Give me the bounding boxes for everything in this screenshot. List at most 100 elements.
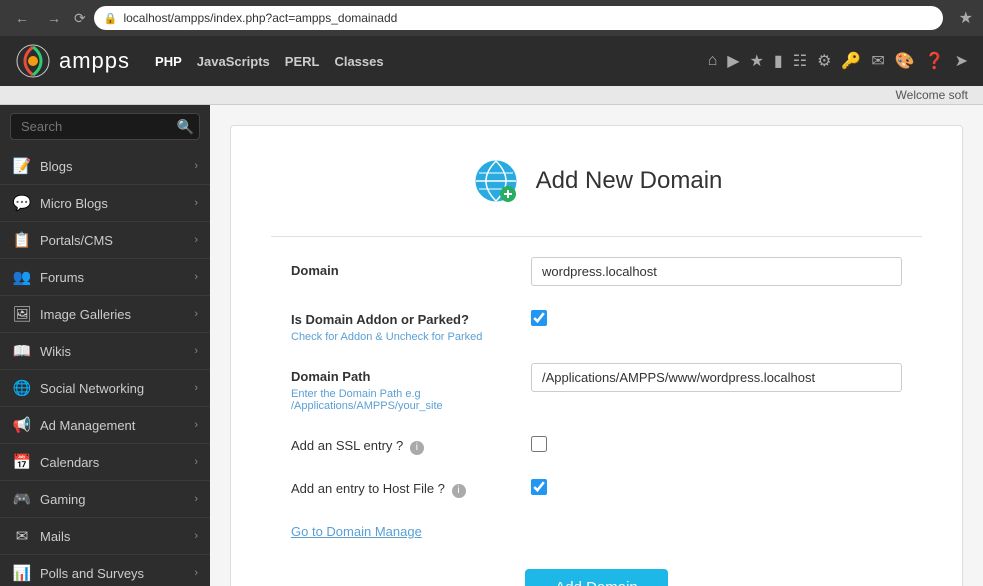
sidebar-item-image-galleries[interactable]: 🖼 Image Galleries › [0,296,210,333]
arrow-icon-11: › [194,530,198,542]
arrow-icon-8: › [194,419,198,431]
image-galleries-icon: 🖼 [12,305,32,323]
settings-icon[interactable]: ⚙ [817,51,831,71]
sidebar-label-wikis: Wikis [40,344,186,359]
ssl-checkbox[interactable] [531,436,547,452]
polls-surveys-icon: 📊 [12,564,32,582]
social-networking-icon: 🌐 [12,379,32,397]
sidebar-label-mails: Mails [40,529,186,544]
key-icon[interactable]: 🔑 [841,51,861,71]
host-file-checkbox-col [531,475,902,498]
home-icon[interactable]: ⌂ [708,52,718,70]
arrow-icon-12: › [194,567,198,579]
domain-path-label: Domain Path [291,369,511,384]
sidebar-item-gaming[interactable]: 🎮 Gaming › [0,481,210,518]
app-name: ampps [59,48,130,74]
refresh-icon[interactable]: ⟳ [74,10,86,27]
nav-javascripts[interactable]: JavaScripts [197,54,270,69]
domain-path-row: Domain Path Enter the Domain Path e.g /A… [291,363,902,412]
grid-icon[interactable]: ☷ [793,51,807,71]
sidebar: 🔍 📝 Blogs › 💬 Micro Blogs › 📋 Portals/CM… [0,105,210,586]
arrow-icon-7: › [194,382,198,394]
search-button[interactable]: 🔍 [177,118,194,135]
form-section: Domain Is Domain Addon or Parked? Check … [271,257,922,586]
domain-row: Domain [291,257,902,286]
sidebar-item-portals[interactable]: 📋 Portals/CMS › [0,222,210,259]
welcome-bar: Welcome soft [0,86,983,105]
host-file-checkbox[interactable] [531,479,547,495]
addon-parked-checkbox[interactable] [531,310,547,326]
forums-icon: 👥 [12,268,32,286]
sidebar-item-micro-blogs[interactable]: 💬 Micro Blogs › [0,185,210,222]
domain-manage-row: Go to Domain Manage [291,518,902,539]
ssl-info-icon[interactable]: i [410,441,424,455]
addon-checkbox-col [531,306,902,329]
bookmark-icon[interactable]: ★ [959,8,973,28]
page-title: Add New Domain [536,167,723,195]
forward-button[interactable]: → [42,8,66,28]
sidebar-item-mails[interactable]: ✉ Mails › [0,518,210,555]
arrow-icon-5: › [194,308,198,320]
sidebar-label-ad-management: Ad Management [40,418,186,433]
micro-blogs-icon: 💬 [12,194,32,212]
lock-icon: 🔒 [104,12,118,25]
back-button[interactable]: ← [10,8,34,28]
host-file-row: Add an entry to Host File ? i [291,475,902,498]
arrow-icon: › [194,160,198,172]
url-bar[interactable]: 🔒 localhost/ampps/index.php?act=ampps_do… [94,6,943,30]
btn-row: Add Domain [291,559,902,586]
sidebar-item-forums[interactable]: 👥 Forums › [0,259,210,296]
play-icon[interactable]: ▶ [727,51,739,71]
copy-icon[interactable]: ▮ [774,51,783,71]
globe-add-icon [471,156,521,206]
nav-perl[interactable]: PERL [285,54,320,69]
domain-path-label-col: Domain Path Enter the Domain Path e.g /A… [291,363,511,412]
arrow-icon-3: › [194,234,198,246]
host-file-info-icon[interactable]: i [452,484,466,498]
domain-path-input[interactable] [531,363,902,392]
ssl-checkbox-col [531,432,902,455]
addon-parked-hint: Check for Addon & Uncheck for Parked [291,331,511,343]
header-icons: ⌂ ▶ ★ ▮ ☷ ⚙ 🔑 ✉ 🎨 ❓ ➤ [708,51,968,71]
header-divider [271,236,922,237]
content-area: Add New Domain Domain Is Domain Addon [210,105,983,586]
mail-icon[interactable]: ✉ [871,51,884,71]
add-domain-button[interactable]: Add Domain [525,569,668,586]
sidebar-label-calendars: Calendars [40,455,186,470]
gaming-icon: 🎮 [12,490,32,508]
host-file-label: Add an entry to Host File ? i [291,481,511,498]
domain-input[interactable] [531,257,902,286]
arrow-icon-4: › [194,271,198,283]
arrow-icon-6: › [194,345,198,357]
sidebar-item-blogs[interactable]: 📝 Blogs › [0,148,210,185]
arrow-icon-2: › [194,197,198,209]
ssl-label: Add an SSL entry ? i [291,438,511,455]
exit-icon[interactable]: ➤ [955,51,968,71]
help-icon[interactable]: ❓ [925,51,945,71]
ad-management-icon: 📢 [12,416,32,434]
ssl-label-col: Add an SSL entry ? i [291,432,511,455]
domain-input-col [531,257,902,286]
mails-icon: ✉ [12,527,32,545]
palette-icon[interactable]: 🎨 [895,51,915,71]
sidebar-item-wikis[interactable]: 📖 Wikis › [0,333,210,370]
url-text: localhost/ampps/index.php?act=ampps_doma… [123,11,397,25]
addon-parked-row: Is Domain Addon or Parked? Check for Add… [291,306,902,343]
arrow-icon-10: › [194,493,198,505]
star-icon[interactable]: ★ [750,51,764,71]
sidebar-item-ad-management[interactable]: 📢 Ad Management › [0,407,210,444]
nav-php[interactable]: PHP [155,54,182,69]
sidebar-label-blogs: Blogs [40,159,186,174]
sidebar-item-social-networking[interactable]: 🌐 Social Networking › [0,370,210,407]
sidebar-label-gaming: Gaming [40,492,186,507]
nav-classes[interactable]: Classes [334,54,383,69]
welcome-text: Welcome soft [896,88,968,102]
sidebar-item-polls-surveys[interactable]: 📊 Polls and Surveys › [0,555,210,586]
app-logo: ampps [15,43,130,79]
app-nav: PHP JavaScripts PERL Classes [155,54,384,69]
domain-manage-col: Go to Domain Manage [291,518,511,539]
sidebar-label-image-galleries: Image Galleries [40,307,186,322]
go-to-domain-link[interactable]: Go to Domain Manage [291,524,422,539]
sidebar-item-calendars[interactable]: 📅 Calendars › [0,444,210,481]
search-input[interactable] [10,113,200,140]
